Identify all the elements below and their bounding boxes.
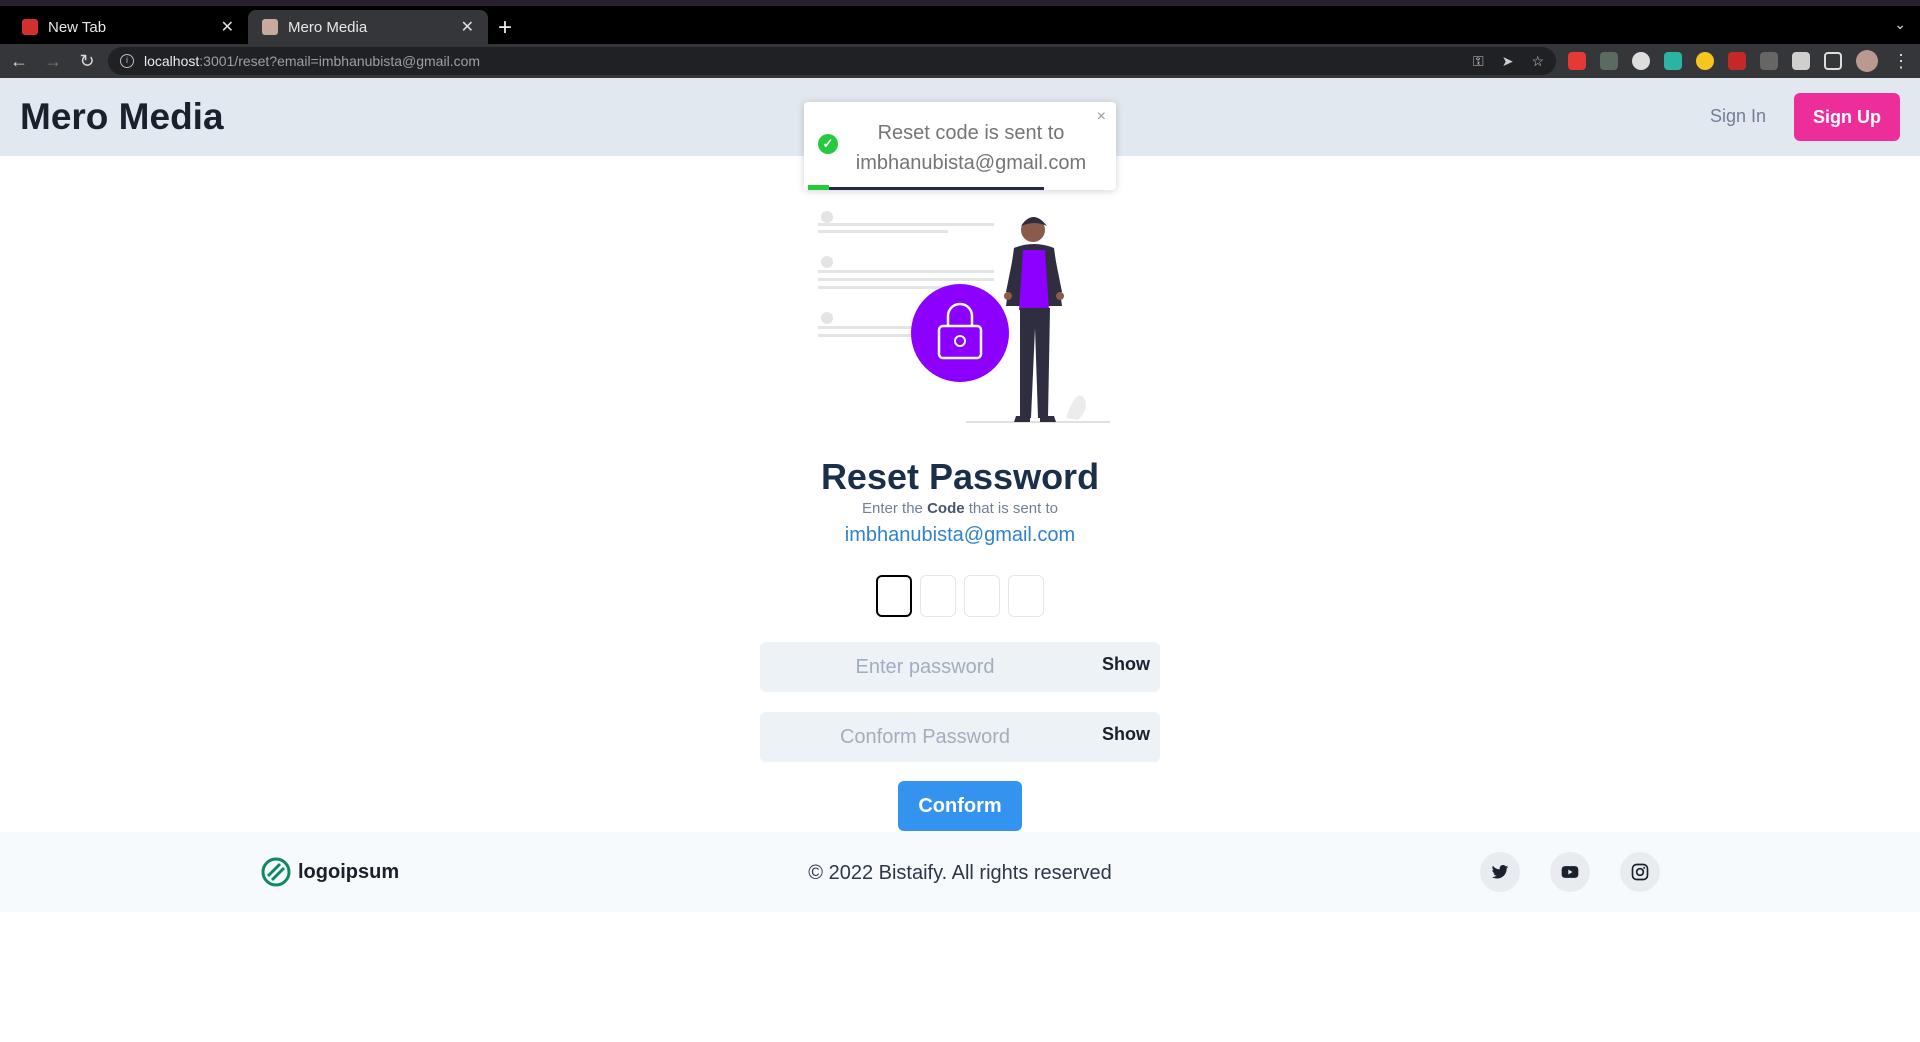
sidepanel-icon[interactable] (1824, 52, 1842, 70)
profile-avatar[interactable] (1856, 50, 1878, 72)
extension-red-icon[interactable] (1568, 52, 1586, 70)
instagram-icon (1631, 863, 1649, 881)
menu-kebab-icon[interactable]: ⋮ (1892, 51, 1910, 72)
instruction-text: Enter the Code that is sent to (0, 500, 1920, 517)
key-icon[interactable]: ⚿ (1473, 53, 1484, 70)
conform-button[interactable]: Conform (898, 781, 1022, 831)
page: Mero Media Sign In Sign Up ✓ Reset code … (0, 78, 1920, 1042)
reload-icon[interactable]: ↻ (72, 51, 102, 72)
bookmark-star-icon[interactable]: ☆ (1531, 53, 1544, 70)
sign-up-button[interactable]: Sign Up (1794, 93, 1900, 141)
site-info-icon[interactable]: i (120, 54, 134, 68)
extension-yellow-icon[interactable] (1696, 52, 1714, 70)
password-input[interactable] (760, 642, 1090, 692)
tab-title: New Tab (48, 18, 107, 36)
show-confirm-password-button[interactable]: Show (1102, 724, 1150, 745)
back-icon[interactable]: ← (4, 51, 34, 72)
toast-progress-track (808, 187, 1044, 190)
recipient-email: imbhanubista@gmail.com (844, 524, 1076, 546)
forward-icon[interactable]: → (38, 51, 68, 72)
site-footer: logoipsum © 2022 Bistaify. All rights re… (0, 832, 1920, 912)
pin-input-group (876, 575, 1044, 617)
toast-progress-bar (808, 185, 830, 190)
brand-title[interactable]: Mero Media (20, 96, 224, 138)
tab-title: Mero Media (288, 18, 368, 36)
new-tab-button[interactable]: + (498, 14, 512, 42)
instruction-post: that is sent to (964, 500, 1058, 517)
tab-new-tab[interactable]: New Tab ✕ (8, 10, 248, 44)
send-icon[interactable]: ➤ (1502, 53, 1514, 70)
browser-toolbar: ← → ↻ i localhost:3001/reset?email=imbha… (0, 44, 1920, 78)
chrome-favicon-icon (22, 19, 38, 35)
show-password-button[interactable]: Show (1102, 654, 1150, 675)
extension-pen-icon[interactable] (1664, 52, 1682, 70)
sign-in-link[interactable]: Sign In (1710, 106, 1766, 127)
close-tab-icon[interactable]: ✕ (461, 17, 474, 37)
puzzle-icon[interactable] (1792, 52, 1810, 70)
page-title: Reset Password (820, 456, 1100, 497)
success-toast: ✓ Reset code is sent to imbhanubista@gma… (804, 102, 1116, 190)
instagram-button[interactable] (1620, 852, 1660, 892)
close-tab-icon[interactable]: ✕ (221, 17, 234, 37)
url-path: :3001/reset?email=imbhanubista@gmail.com (199, 53, 481, 69)
confirm-password-field: Show (760, 712, 1160, 762)
toast-message: Reset code is sent to imbhanubista@gmail… (855, 122, 1087, 174)
check-icon: ✓ (818, 134, 838, 154)
extension-camera-icon[interactable] (1728, 52, 1746, 70)
instruction-bold: Code (927, 500, 965, 517)
youtube-button[interactable] (1550, 852, 1590, 892)
site-favicon-icon (262, 19, 278, 35)
tab-mero-media[interactable]: Mero Media ✕ (248, 10, 488, 44)
extension-circle-icon[interactable] (1632, 52, 1650, 70)
extension-grammar-icon[interactable] (1600, 52, 1618, 70)
url-host: localhost (144, 53, 200, 69)
browser-tabstrip: New Tab ✕ Mero Media ✕ + ⌄ (0, 0, 1920, 44)
password-field: Show (760, 642, 1160, 692)
pin-input-2[interactable] (920, 575, 956, 617)
pin-input-4[interactable] (1008, 575, 1044, 617)
pin-input-1[interactable] (876, 575, 912, 617)
extensions-area: ⋮ (1568, 50, 1910, 72)
youtube-icon (1561, 866, 1579, 878)
pin-input-3[interactable] (964, 575, 1000, 617)
twitter-icon (1491, 864, 1509, 879)
reset-password-illustration (818, 211, 1110, 423)
extension-spy-icon[interactable] (1760, 52, 1778, 70)
tab-search-icon[interactable]: ⌄ (1894, 16, 1906, 33)
twitter-button[interactable] (1480, 852, 1520, 892)
confirm-password-input[interactable] (760, 712, 1090, 762)
close-toast-icon[interactable]: × (1097, 108, 1106, 126)
instruction-pre: Enter the (862, 500, 928, 517)
address-bar[interactable]: i localhost:3001/reset?email=imbhanubist… (108, 47, 1556, 75)
